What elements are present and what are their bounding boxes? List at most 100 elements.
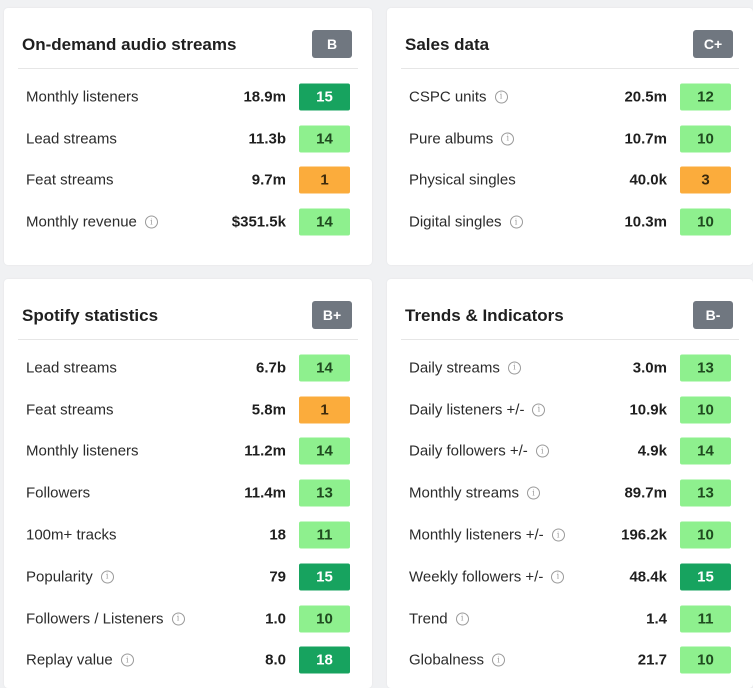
- score-badge: 13: [299, 479, 350, 507]
- metric-value: 1.4: [646, 610, 667, 628]
- metric-value: 21.7: [637, 651, 667, 669]
- metric-list: Monthly listeners 18.9m 15 Lead streams 11.3…: [4, 76, 372, 243]
- metric-label: Daily streams i: [409, 359, 521, 376]
- grade-badge[interactable]: C+: [693, 30, 733, 58]
- grade-badge[interactable]: B+: [312, 301, 352, 329]
- metric-label: Lead streams: [26, 130, 117, 147]
- metric-label-text: Daily followers +/-: [409, 442, 528, 460]
- grade-badge[interactable]: B: [312, 30, 352, 58]
- metric-row-daily-streams: Daily streams i 3.0m 13: [387, 347, 753, 389]
- metric-label: CSPC units i: [409, 88, 508, 105]
- metric-row-monthly-listeners: Monthly listeners 11.2m 14: [4, 431, 372, 473]
- score-badge: 10: [299, 605, 350, 633]
- metric-list: Lead streams 6.7b 14 Feat streams 5.8m 1 Month…: [4, 347, 372, 681]
- card-sales-data: Sales data C+ CSPC units i 20.5m 12 Pure alb…: [387, 8, 753, 265]
- metric-value: 48.4k: [629, 568, 667, 586]
- metric-label-text: Monthly listeners +/-: [409, 526, 544, 544]
- metric-label: Followers: [26, 485, 90, 502]
- metric-label-text: Followers: [26, 484, 91, 502]
- metric-list: CSPC units i 20.5m 12 Pure albums i 10.7m 10 Phy…: [387, 76, 753, 243]
- info-icon[interactable]: i: [509, 215, 523, 229]
- metric-label-text: Feat streams: [26, 171, 114, 189]
- score-badge: 15: [680, 563, 731, 591]
- info-icon[interactable]: i: [171, 612, 185, 626]
- score-badge: 14: [299, 437, 350, 465]
- grade-badge[interactable]: B-: [693, 301, 733, 329]
- metric-label: 100m+ tracks: [26, 527, 116, 544]
- metric-value: 10.9k: [629, 401, 667, 419]
- metric-label: Physical singles: [409, 172, 516, 189]
- metric-row-replay-value: Replay value i 8.0 18: [4, 640, 372, 682]
- metric-row-followers-listeners: Followers / Listeners i 1.0 10: [4, 598, 372, 640]
- metric-row-monthly-streams: Monthly streams i 89.7m 13: [387, 472, 753, 514]
- metric-value: 18: [269, 526, 286, 544]
- card-header: Sales data C+: [401, 8, 739, 69]
- score-badge: 13: [680, 354, 731, 382]
- metric-value: 4.9k: [637, 442, 667, 460]
- metric-row-feat-streams: Feat streams 5.8m 1: [4, 389, 372, 431]
- score-badge: 11: [680, 605, 731, 633]
- metric-label-text: Digital singles: [409, 213, 502, 231]
- metric-row-monthly-listeners: Monthly listeners 18.9m 15: [4, 76, 372, 118]
- info-icon[interactable]: i: [501, 132, 515, 146]
- info-icon[interactable]: i: [532, 403, 546, 417]
- score-badge: 13: [680, 479, 731, 507]
- metric-label: Weekly followers +/- i: [409, 568, 565, 586]
- metric-label-text: Replay value: [26, 651, 113, 669]
- metric-value: 11.3b: [248, 130, 286, 148]
- metric-label: Daily listeners +/- i: [409, 401, 546, 418]
- metric-label-text: Monthly revenue: [26, 213, 137, 231]
- metric-value: 11.4m: [244, 484, 286, 502]
- metric-label: Daily followers +/- i: [409, 443, 549, 460]
- metric-value: 20.5m: [624, 88, 667, 106]
- card-title: Trends & Indicators: [405, 306, 564, 325]
- metric-label-text: Trend: [409, 610, 448, 628]
- metric-label-text: Lead streams: [26, 130, 117, 148]
- info-icon[interactable]: i: [455, 612, 469, 626]
- metric-row-popularity: Popularity i 79 15: [4, 556, 372, 598]
- metric-value: 8.0: [265, 651, 286, 669]
- metric-label-text: Popularity: [26, 568, 93, 586]
- score-badge: 12: [680, 83, 731, 111]
- metric-label: Feat streams: [26, 401, 114, 418]
- metric-label: Trend i: [409, 610, 469, 627]
- metric-label: Monthly listeners: [26, 88, 139, 105]
- metric-label-text: Monthly listeners: [26, 442, 139, 460]
- score-badge: 10: [680, 208, 731, 236]
- info-icon[interactable]: i: [120, 653, 134, 667]
- metric-row-physical-singles: Physical singles 40.0k 3: [387, 160, 753, 202]
- score-badge: 14: [299, 208, 350, 236]
- score-badge: 10: [680, 521, 731, 549]
- metric-value: 5.8m: [251, 401, 286, 419]
- metric-label-text: Weekly followers +/-: [409, 568, 544, 586]
- score-badge: 1: [299, 396, 350, 424]
- metric-label: Lead streams: [26, 359, 117, 376]
- info-icon[interactable]: i: [100, 570, 114, 584]
- metric-label: Monthly revenue i: [26, 214, 158, 231]
- info-icon[interactable]: i: [492, 653, 506, 667]
- info-icon[interactable]: i: [507, 361, 521, 375]
- card-header: Trends & Indicators B-: [401, 279, 739, 340]
- score-badge: 18: [299, 646, 350, 674]
- metric-label: Monthly listeners: [26, 443, 139, 460]
- info-icon[interactable]: i: [551, 528, 565, 542]
- score-badge: 10: [680, 125, 731, 153]
- info-icon[interactable]: i: [551, 570, 565, 584]
- metric-row-lead-streams: Lead streams 6.7b 14: [4, 347, 372, 389]
- metric-row-followers: Followers 11.4m 13: [4, 472, 372, 514]
- metric-label: Monthly listeners +/- i: [409, 527, 565, 544]
- metric-row-lead-streams: Lead streams 11.3b 14: [4, 118, 372, 160]
- metric-row-pure-albums: Pure albums i 10.7m 10: [387, 118, 753, 160]
- metric-row-monthly-revenue: Monthly revenue i $351.5k 14: [4, 201, 372, 243]
- info-icon[interactable]: i: [527, 486, 541, 500]
- metric-label-text: Monthly streams: [409, 484, 520, 502]
- metric-row-cspc-units: CSPC units i 20.5m 12: [387, 76, 753, 118]
- info-icon[interactable]: i: [535, 444, 549, 458]
- info-icon[interactable]: i: [494, 90, 508, 104]
- metric-label-text: CSPC units: [409, 88, 487, 106]
- metric-row-daily-followers: Daily followers +/- i 4.9k 14: [387, 431, 753, 473]
- info-icon[interactable]: i: [144, 215, 158, 229]
- metric-value: $351.5k: [231, 213, 286, 231]
- card-title: On-demand audio streams: [22, 35, 237, 54]
- card-spotify-statistics: Spotify statistics B+ Lead streams 6.7b 14…: [4, 279, 372, 688]
